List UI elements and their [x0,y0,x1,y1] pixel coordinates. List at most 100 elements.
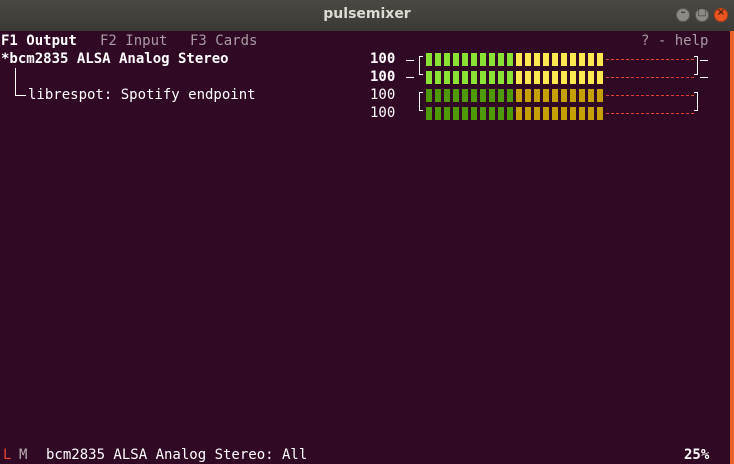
selection-marker [406,77,414,78]
tab-input[interactable]: F2 Input [100,32,167,50]
volume-bar-segment [489,107,495,120]
volume-bar-segment [534,53,540,66]
volume-bar-segment [498,53,504,66]
selection-marker [700,60,708,61]
volume-value-ch1: 100 [370,87,396,103]
volume-bar-segment [534,71,540,84]
volume-bar-segment [453,71,459,84]
volume-bar-segment [426,71,432,84]
volume-value-ch2: 100 [370,69,396,85]
device-label-bcm2835[interactable]: *bcm2835 ALSA Analog Stereo [1,50,229,68]
volume-bar-segment [507,71,513,84]
volume-bar-segment [444,53,450,66]
selection-marker [406,60,414,61]
volume-bar-segment [507,107,513,120]
volume-bar-segment [534,89,540,102]
volume-bar-segment [588,107,594,120]
volume-bar-segment [471,53,477,66]
channel-link-bracket-right [694,92,698,111]
window-title: pulsemixer [323,6,411,22]
volume-bar-segment [498,107,504,120]
volume-bar-segment [426,53,432,66]
volume-bar-segment [525,89,531,102]
volume-bar-segment [471,71,477,84]
volume-bar-segment [597,71,603,84]
volume-bar-segment [525,107,531,120]
volume-bar-segment [588,71,594,84]
help-hint[interactable]: ? - help [641,32,708,50]
volume-bar-segment [489,53,495,66]
volume-bar-segment [462,107,468,120]
channel-link-bracket-right [694,56,698,75]
volume-bar-segment [552,53,558,66]
tab-cards[interactable]: F3 Cards [190,32,257,50]
volume-bar-segment [561,107,567,120]
volume-bar-segment [579,107,585,120]
volume-bar-segment [516,89,522,102]
volume-bar-segment [444,107,450,120]
volume-bar-segment [426,89,432,102]
volume-bar-segment [534,107,540,120]
volume-bar-segment [579,71,585,84]
volume-bar-segment [579,53,585,66]
mute-indicator[interactable]: M [19,446,27,464]
volume-bar-segment [453,53,459,66]
volume-bar-segment [552,71,558,84]
volume-bar-segment [489,89,495,102]
volume-bar-segment [462,71,468,84]
volume-bar-segment [525,71,531,84]
volume-bar-segment [570,89,576,102]
volume-bar-segment [543,89,549,102]
volume-bar-segment [489,71,495,84]
volume-headroom-line [606,95,694,96]
volume-value-ch2: 100 [370,105,396,121]
volume-value-ch1: 100 [370,51,396,67]
lock-indicator[interactable]: L [3,446,11,464]
volume-bar-segment [552,107,558,120]
volume-bar-segment [543,53,549,66]
volume-bar-segment [435,107,441,120]
volume-bar-segment [471,89,477,102]
tree-branch-horizontal [15,95,26,96]
volume-bar-segment [444,71,450,84]
minimize-icon: – [680,7,686,18]
minimize-button[interactable]: – [676,7,690,22]
maximize-button[interactable]: □ [695,7,709,22]
volume-bar-segment [516,107,522,120]
channel-link-bracket-left [419,92,423,111]
status-device-text: bcm2835 ALSA Analog Stereo: All [46,447,308,463]
close-button[interactable]: × [714,7,728,22]
volume-bar-segment [507,53,513,66]
tab-output[interactable]: F1 Output [1,32,77,50]
volume-bar-segment [516,71,522,84]
volume-bar-segment [426,107,432,120]
volume-bar-segment [543,71,549,84]
maximize-icon: □ [697,7,707,18]
volume-bar-segment [498,71,504,84]
volume-bar-segment [516,53,522,66]
volume-bar-segment [444,89,450,102]
volume-bar-segment [570,71,576,84]
stream-label-librespot[interactable]: librespot: Spotify endpoint [28,86,256,104]
scrollbar[interactable] [730,31,734,464]
title-bar[interactable]: pulsemixer – □ × [0,0,734,32]
channel-link-bracket-left [419,56,423,75]
volume-bar-segment [453,89,459,102]
volume-bar-segment [471,107,477,120]
selection-marker [700,77,708,78]
volume-bar-segment [462,89,468,102]
volume-bar-segment [579,89,585,102]
volume-bar-segment [435,89,441,102]
volume-bar-segment [507,89,513,102]
volume-headroom-line [606,77,694,78]
volume-bar-segment [597,53,603,66]
volume-bar-segment [480,89,486,102]
volume-bar-segment [480,107,486,120]
volume-bar-segment [561,53,567,66]
volume-bar-segment [588,53,594,66]
volume-bar-segment [498,89,504,102]
volume-bar-segment [453,107,459,120]
volume-bar-segment [435,53,441,66]
volume-bar-segment [561,71,567,84]
volume-bar-segment [597,107,603,120]
